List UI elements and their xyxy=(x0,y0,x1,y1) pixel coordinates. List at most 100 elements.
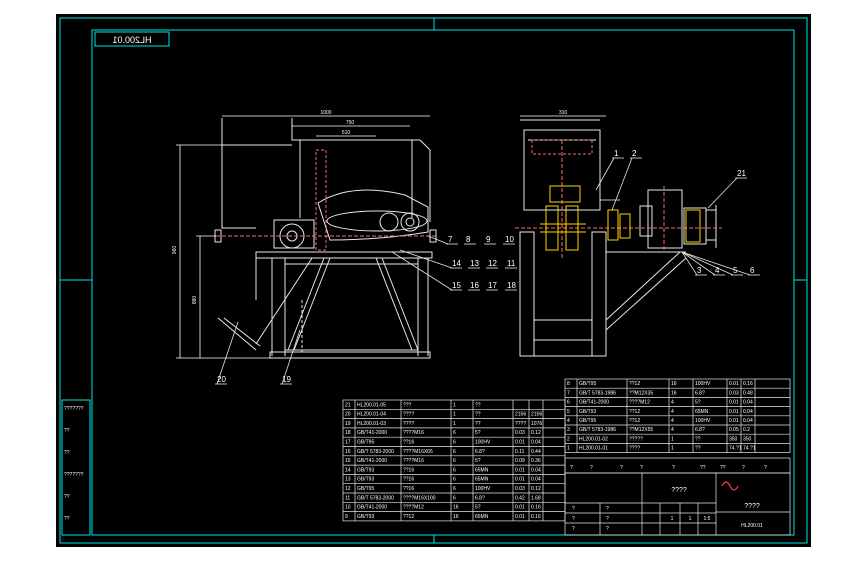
table-cell: 9 xyxy=(345,514,348,520)
left-strip-label: ?? xyxy=(64,516,70,522)
table-cell: HL200.01-04 xyxy=(357,412,386,418)
table-cell: 100HV xyxy=(695,381,711,387)
callout-11: 11 xyxy=(507,259,516,268)
table-cell: ?? xyxy=(475,421,481,427)
bom-header-cell: ? xyxy=(742,465,745,471)
table-cell: 14 xyxy=(345,467,351,473)
table-cell: 5? xyxy=(475,458,481,464)
table-cell: 0.42 xyxy=(515,495,525,501)
table-cell: ??12 xyxy=(629,381,640,387)
table-cell: 0.12 xyxy=(531,486,541,492)
table-cell: 0.04 xyxy=(743,418,753,424)
table-cell: ????? xyxy=(629,436,643,442)
table-cell: 6 xyxy=(453,430,456,436)
title-label-6: ? xyxy=(606,526,609,532)
drawing-number-text: HL200.01 xyxy=(112,35,151,45)
table-cell: GB/T41-2000 xyxy=(357,430,387,436)
bom-header-cell: ?? xyxy=(700,465,706,471)
table-cell: 6 xyxy=(453,495,456,501)
table-cell: 18 xyxy=(345,430,351,436)
table-cell: 0.04 xyxy=(531,477,541,483)
table-cell: 4 xyxy=(671,409,674,415)
table-cell: 5 xyxy=(567,409,570,415)
callout-5: 5 xyxy=(733,266,738,275)
bom-header-cell: ? xyxy=(590,465,593,471)
table-cell: 0.01 xyxy=(729,409,739,415)
table-cell: ???? xyxy=(403,412,414,418)
table-cell: 0.01 xyxy=(515,514,525,520)
title-sheet-1: 1 xyxy=(671,516,674,522)
table-cell: GB/T41-2000 xyxy=(357,458,387,464)
callout-1: 1 xyxy=(614,149,619,158)
table-cell: GB/T 5783-2000 xyxy=(357,495,394,501)
table-cell: 20 xyxy=(345,412,351,418)
bom-header-cell: ? xyxy=(764,465,767,471)
title-label-1: ? xyxy=(572,506,575,512)
table-cell: GB/T95 xyxy=(579,418,596,424)
table-cell: GB/T93 xyxy=(357,467,374,473)
callout-6: 6 xyxy=(750,266,755,275)
table-cell: 0.01 xyxy=(515,440,525,446)
table-cell: ?? xyxy=(695,446,701,452)
table-cell: 0.01 xyxy=(729,418,739,424)
dim-top-inner: 750 xyxy=(346,120,355,126)
table-cell: 11 xyxy=(345,495,350,501)
table-cell: 0.01 xyxy=(729,400,739,406)
table-cell: GB/T93 xyxy=(579,409,596,415)
callout-14: 14 xyxy=(452,259,461,268)
table-cell: GB/T41-2000 xyxy=(579,400,609,406)
table-cell: 2156 xyxy=(515,412,526,418)
table-cell: 2 xyxy=(567,436,570,442)
table-cell: 0.11 xyxy=(515,449,525,455)
table-cell: 1 xyxy=(453,402,456,408)
table-cell: 0.48 xyxy=(743,390,753,396)
title-label-4: ? xyxy=(606,506,609,512)
callout-13: 13 xyxy=(470,259,479,268)
table-cell: 12 xyxy=(345,486,351,492)
table-cell: 0.16 xyxy=(531,514,541,520)
table-cell: ????M16 xyxy=(403,458,424,464)
title-scale: 1:5 xyxy=(704,516,711,522)
table-cell: 0.09 xyxy=(515,458,525,464)
table-cell: 21 xyxy=(345,402,351,408)
title-name: ???? xyxy=(671,487,687,494)
table-cell: ??16 xyxy=(403,440,414,446)
table-cell: 6.8? xyxy=(475,449,485,455)
callout-2: 2 xyxy=(632,149,637,158)
table-cell: ????M12 xyxy=(629,400,650,406)
table-cell: 65MN xyxy=(475,467,489,473)
table-cell: 0.16 xyxy=(531,505,541,511)
table-cell: ????M16 xyxy=(403,430,424,436)
table-cell: 0.03 xyxy=(515,486,525,492)
table-cell: 1.68 xyxy=(531,495,541,501)
table-cell: HL200.01-02 xyxy=(579,436,608,442)
left-strip-label: ?? xyxy=(64,450,70,456)
table-cell: ??12 xyxy=(403,514,414,520)
table-cell: 0.04 xyxy=(743,400,753,406)
dim-left-lower: 880 xyxy=(192,296,198,305)
table-cell: 16 xyxy=(345,449,351,455)
table-cell: 6.8? xyxy=(695,390,705,396)
bom-header-cell: ? xyxy=(640,465,643,471)
table-cell: 0.04 xyxy=(743,409,753,415)
table-cell: 10 xyxy=(345,505,351,511)
dim-side-top: 310 xyxy=(559,110,568,116)
table-cell: 0.2 xyxy=(743,427,750,433)
callout-19: 19 xyxy=(282,375,291,384)
left-strip-label: ?? xyxy=(64,428,70,434)
cad-drawing: HL200.01 1000 750 510 960 880 310 7 8 9 … xyxy=(0,0,867,562)
callout-21: 21 xyxy=(737,169,746,178)
cad-drawing-canvas: HL200.01 1000 750 510 960 880 310 7 8 9 … xyxy=(0,0,867,562)
table-cell: ????M12 xyxy=(403,505,424,511)
table-cell: ??16 xyxy=(403,467,414,473)
table-cell: 6 xyxy=(453,449,456,455)
table-cell: 17 xyxy=(345,440,351,446)
table-cell: 74.?1 xyxy=(729,446,742,452)
callout-15: 15 xyxy=(452,281,461,290)
table-cell: 4 xyxy=(567,418,570,424)
table-cell: 8 xyxy=(567,381,570,387)
table-cell: HL200.01-03 xyxy=(357,421,386,427)
table-cell: 0.16 xyxy=(743,381,753,387)
table-cell: 1 xyxy=(671,436,674,442)
table-cell: GB/T95 xyxy=(357,486,374,492)
